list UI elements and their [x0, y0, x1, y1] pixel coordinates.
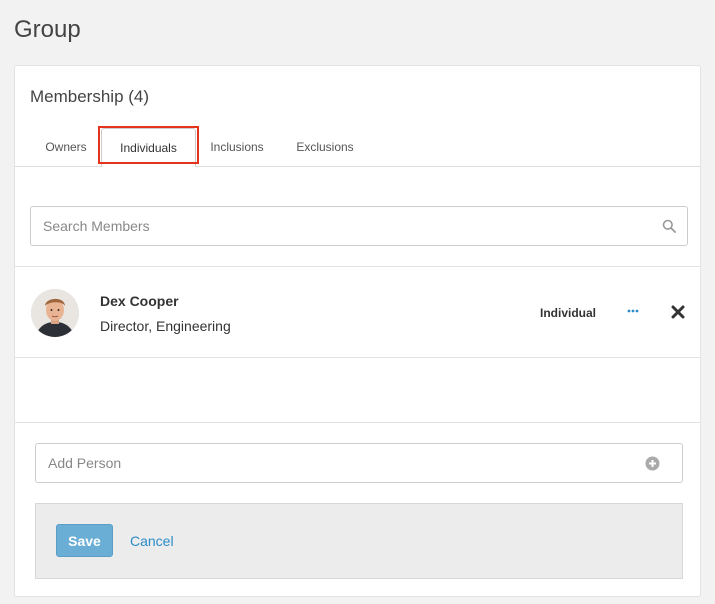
member-name: Dex Cooper [100, 293, 179, 309]
tab-owners[interactable]: Owners [30, 128, 102, 166]
tab-exclusions-label: Exclusions [296, 140, 354, 154]
search-input[interactable] [31, 218, 661, 234]
tab-individuals[interactable]: Individuals [101, 128, 196, 167]
member-title: Director, Engineering [100, 318, 231, 334]
tab-individuals-label: Individuals [120, 140, 177, 155]
tab-inclusions-label: Inclusions [210, 140, 264, 154]
tab-owners-label: Owners [45, 140, 87, 154]
cancel-link[interactable]: Cancel [130, 533, 174, 549]
membership-card: Membership (4) Owners Individuals Inclus… [14, 65, 701, 597]
divider [15, 422, 700, 423]
plus-circle-icon[interactable] [644, 455, 660, 471]
close-icon[interactable] [670, 304, 686, 320]
page-title: Group [14, 16, 81, 43]
member-type: Individual [540, 306, 597, 320]
form-actions: Save Cancel [35, 503, 683, 579]
avatar [31, 289, 79, 337]
tab-exclusions[interactable]: Exclusions [285, 128, 365, 166]
search-icon[interactable] [661, 218, 677, 234]
search-box [30, 206, 688, 246]
add-person-input[interactable] [36, 455, 644, 471]
more-icon[interactable] [625, 303, 641, 319]
tab-inclusions[interactable]: Inclusions [201, 128, 273, 166]
add-person-box [35, 443, 683, 483]
list-item: Dex Cooper Director, Engineering Individ… [15, 267, 700, 357]
membership-tabs: Owners Individuals Inclusions Exclusions [15, 126, 700, 167]
save-button[interactable]: Save [56, 524, 113, 557]
membership-title: Membership (4) [30, 87, 150, 106]
divider [15, 357, 700, 358]
